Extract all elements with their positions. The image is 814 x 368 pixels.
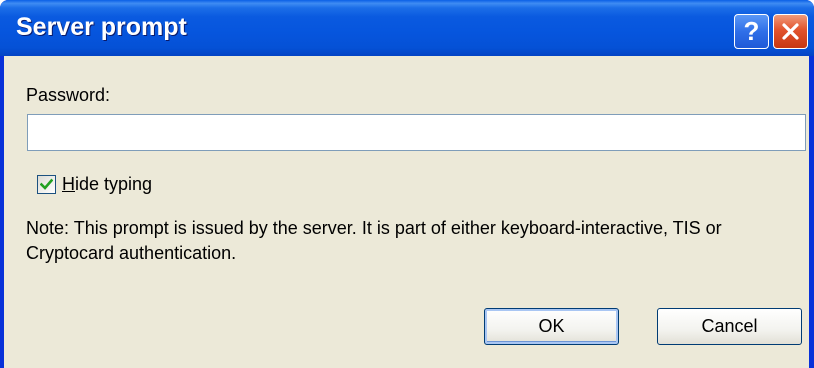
cancel-button[interactable]: Cancel bbox=[657, 308, 802, 345]
ok-button[interactable]: OK bbox=[484, 308, 619, 345]
hide-typing-option[interactable]: Hide typing bbox=[37, 174, 152, 195]
hide-typing-checkbox[interactable] bbox=[37, 175, 56, 194]
dialog-window: Server prompt ? Password: Hide typing No… bbox=[0, 0, 814, 368]
checkmark-icon bbox=[40, 178, 53, 190]
title-bar[interactable]: Server prompt ? bbox=[0, 0, 814, 56]
hide-typing-label-text: ide typing bbox=[75, 174, 153, 194]
close-icon bbox=[782, 23, 799, 40]
window-title: Server prompt bbox=[16, 13, 187, 41]
hide-typing-label[interactable]: Hide typing bbox=[62, 174, 152, 195]
dialog-body: Password: Hide typing Note: This prompt … bbox=[4, 56, 809, 368]
password-label: Password: bbox=[26, 85, 111, 105]
close-button[interactable] bbox=[773, 14, 808, 49]
hide-typing-accelerator: H bbox=[62, 174, 75, 194]
password-input[interactable] bbox=[27, 114, 806, 151]
help-button[interactable]: ? bbox=[734, 14, 769, 49]
server-note: Note: This prompt is issued by the serve… bbox=[26, 218, 722, 263]
help-icon: ? bbox=[743, 16, 760, 46]
